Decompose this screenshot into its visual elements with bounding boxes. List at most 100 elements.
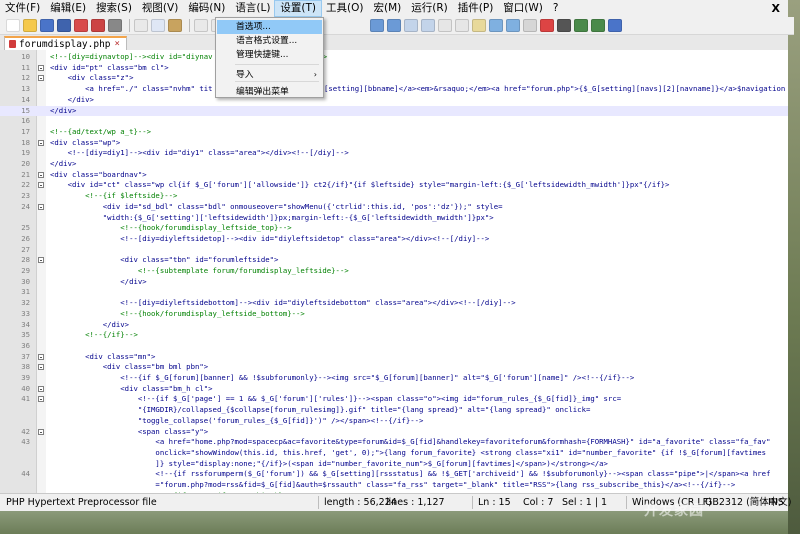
menu-item[interactable]: 编辑(E) <box>45 1 91 16</box>
code-text: <!--[diy=diy1]--><div id="diy1" class="a… <box>50 148 349 158</box>
settings-menu-item-label: 管理快捷键... <box>236 50 289 60</box>
open-folder-icon[interactable] <box>23 19 37 32</box>
fold-toggle-icon[interactable] <box>38 171 44 178</box>
line-number: 21 <box>21 169 30 179</box>
line-number: 10 <box>21 52 30 61</box>
stop-macro-icon[interactable] <box>557 19 571 32</box>
user-language-icon[interactable] <box>472 19 486 32</box>
undo-icon[interactable] <box>194 19 208 32</box>
code-line: 34 </div> <box>0 320 788 331</box>
word-wrap-icon[interactable] <box>421 19 435 32</box>
code-text: <div class="z"> <box>50 73 134 83</box>
settings-menu-item[interactable]: 编辑弹出菜单 <box>217 85 322 99</box>
settings-menu-item[interactable]: 语言格式设置... <box>217 34 322 48</box>
code-text: <!--{if $_G['page'] == 1 && $_G['forum']… <box>50 394 622 404</box>
folder-workspace-icon[interactable] <box>523 19 537 32</box>
toolbar-separator <box>129 19 130 32</box>
code-editor[interactable]: 10<!--[diy=diynavtop]--><div id="diynav<… <box>0 50 788 493</box>
code-text: <!--{ad/text/wp a_t}--> <box>50 126 152 136</box>
tab-forumdisplay[interactable]: forumdisplay.php × <box>4 36 127 50</box>
menu-item[interactable]: 窗口(W) <box>498 1 548 16</box>
code-text: <!--{/if}--> <box>50 330 138 340</box>
code-line: 40 <div class="bm_h cl"> <box>0 384 788 395</box>
menu-item[interactable]: 插件(P) <box>453 1 499 16</box>
fold-toggle-icon[interactable] <box>38 257 44 264</box>
menu-item[interactable]: 文件(F) <box>0 1 45 16</box>
code-line: 18 <div class="wp"> <box>0 138 788 149</box>
settings-menu-item-label: 编辑弹出菜单 <box>236 87 289 97</box>
save-macro-icon[interactable] <box>608 19 622 32</box>
fold-toggle-icon[interactable] <box>38 203 44 210</box>
line-number: 12 <box>21 73 30 83</box>
settings-menu-item[interactable]: 管理快捷键... <box>217 48 322 62</box>
cut-icon[interactable] <box>134 19 148 32</box>
code-line: 30 </div> <box>0 277 788 288</box>
indent-guide-icon[interactable] <box>455 19 469 32</box>
code-line: 19 <!--[diy=diy1]--><div id="diy1" class… <box>0 148 788 159</box>
menu-item[interactable]: 编码(N) <box>183 1 230 16</box>
fold-toggle-icon[interactable] <box>38 182 44 189</box>
code-text: <div id="sd_bdl" class="bdl" onmouseover… <box>50 201 503 211</box>
save-icon[interactable] <box>40 19 54 32</box>
fold-toggle-icon[interactable] <box>38 139 44 146</box>
code-text: <div id="ct" class="wp cl{if $_G['forum'… <box>50 180 670 190</box>
code-line: 33 <!--{hook/forumdisplay_leftside_botto… <box>0 309 788 320</box>
code-line: 36 <box>0 341 788 352</box>
tab-close-icon[interactable]: × <box>115 39 120 49</box>
fold-toggle-icon[interactable] <box>38 385 44 392</box>
close-document-button[interactable]: X <box>764 2 788 15</box>
code-line: 31 <box>0 287 788 298</box>
menu-item[interactable]: 运行(R) <box>406 1 453 16</box>
function-list-icon[interactable] <box>506 19 520 32</box>
fold-toggle-icon[interactable] <box>38 364 44 371</box>
status-divider <box>318 496 319 509</box>
play-macro-icon[interactable] <box>574 19 588 32</box>
code-text: "toggle_collapse('forum_rules_{$_G[fid]}… <box>50 415 424 425</box>
fold-toggle-icon[interactable] <box>38 75 44 82</box>
code-line: 26 <!--[diy=diyleftsidetop]--><div id="d… <box>0 234 788 245</box>
line-number: 17 <box>21 126 30 136</box>
run-macro-multiple-icon[interactable] <box>591 19 605 32</box>
new-file-icon[interactable] <box>6 19 20 32</box>
zoom-in-icon[interactable] <box>370 19 384 32</box>
line-number: 34 <box>21 319 30 329</box>
menu-item[interactable]: 工具(O) <box>321 1 368 16</box>
paste-icon[interactable] <box>168 19 182 32</box>
close-all-icon[interactable] <box>91 19 105 32</box>
settings-menu-item[interactable]: 导入 › <box>217 68 322 82</box>
record-macro-icon[interactable] <box>540 19 554 32</box>
close-icon[interactable] <box>74 19 88 32</box>
menu-item[interactable]: 搜索(S) <box>91 1 137 16</box>
line-number: 23 <box>21 191 30 201</box>
save-all-icon[interactable] <box>57 19 71 32</box>
code-line: ="forum.php?mod=rss&fid=$_G[fid]&auth=$r… <box>0 480 788 491</box>
show-all-chars-icon[interactable] <box>438 19 452 32</box>
code-text: "{IMGDIR}/collapsed_{$collapse[forum_rul… <box>50 405 591 415</box>
menu-item[interactable]: 宏(M) <box>369 1 407 16</box>
menu-item[interactable]: 设置(T) <box>274 0 323 17</box>
sync-scroll-icon[interactable] <box>404 19 418 32</box>
print-icon[interactable] <box>108 19 122 32</box>
status-col: Col : 7 <box>523 497 554 508</box>
menu-separator <box>235 64 319 65</box>
code-text: <!--[diy=diyleftsidebottom]--><div id="d… <box>50 298 516 308</box>
zoom-out-icon[interactable] <box>387 19 401 32</box>
status-divider <box>626 496 627 509</box>
copy-icon[interactable] <box>151 19 165 32</box>
fold-toggle-icon[interactable] <box>38 396 44 403</box>
code-text: <!--[diy=diyleftsidetop]--><div id="diyl… <box>50 233 490 243</box>
line-number: 29 <box>21 266 30 275</box>
tab-bar: forumdisplay.php × <box>0 35 788 51</box>
document-map-icon[interactable] <box>489 19 503 32</box>
code-text: <div class="wp"> <box>50 137 121 147</box>
menu-item[interactable]: 视图(V) <box>137 1 183 16</box>
settings-menu-item[interactable]: 首选项... <box>217 20 322 34</box>
menu-item[interactable]: 语言(L) <box>230 1 275 16</box>
menu-item[interactable]: ? <box>548 1 564 16</box>
code-line: 27 <box>0 245 788 256</box>
fold-toggle-icon[interactable] <box>38 353 44 360</box>
fold-toggle-icon[interactable] <box>38 64 44 71</box>
line-number: 25 <box>21 223 30 233</box>
line-number: 20 <box>21 159 30 168</box>
fold-toggle-icon[interactable] <box>38 428 44 435</box>
